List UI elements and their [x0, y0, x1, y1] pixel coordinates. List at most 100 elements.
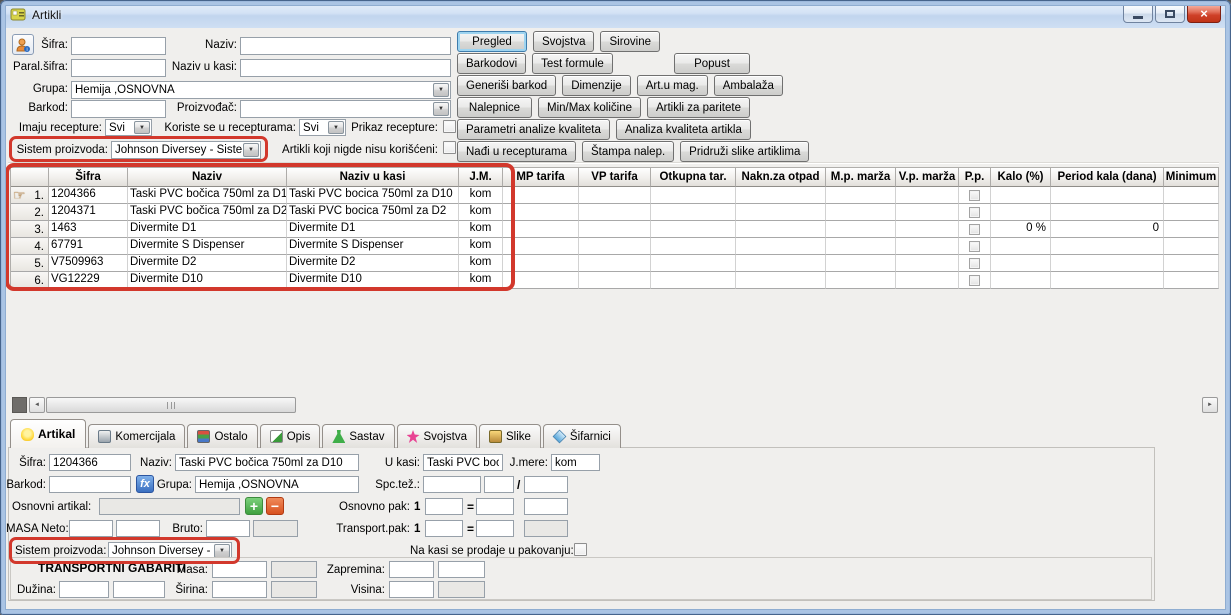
- cell-vp-tarifa[interactable]: [579, 204, 651, 221]
- masa-neto-input-2[interactable]: [116, 520, 160, 537]
- column-header[interactable]: Naziv u kasi: [287, 168, 459, 187]
- cell-otkupna-tar[interactable]: [651, 187, 736, 204]
- cell-kalo[interactable]: [991, 255, 1051, 272]
- cell-mp-tarifa[interactable]: [503, 221, 579, 238]
- cell-nakn-za-otpad[interactable]: [736, 255, 826, 272]
- row-selector-cell[interactable]: 4.: [11, 238, 49, 255]
- svojstva-button[interactable]: Svojstva: [533, 31, 594, 52]
- transport-pak-input-3[interactable]: [524, 520, 568, 537]
- imaju-recepture-combobox[interactable]: Svi ▼: [105, 119, 152, 136]
- table-row[interactable]: 3. 1463 Divermite D1 Divermite D1 kom 0 …: [11, 221, 1219, 238]
- detail-barkod-input[interactable]: [49, 476, 131, 493]
- ambalaza-button[interactable]: Ambalaža: [714, 75, 783, 96]
- cell-naziv-u-kasi[interactable]: Taski PVC bocica 750ml za D2: [287, 204, 459, 221]
- row-selector-cell[interactable]: 6.: [11, 272, 49, 289]
- cell-vp-marza[interactable]: [896, 187, 959, 204]
- close-button[interactable]: ×: [1187, 4, 1221, 23]
- cell-mp-marza[interactable]: [826, 204, 896, 221]
- cell-period-kala[interactable]: [1051, 187, 1164, 204]
- cell-minimum[interactable]: [1164, 204, 1219, 221]
- cell-vp-marza[interactable]: [896, 221, 959, 238]
- cell-mp-marza[interactable]: [826, 221, 896, 238]
- nadji-u-recepturama-button[interactable]: Nađi u recepturama: [457, 141, 576, 162]
- cell-mp-tarifa[interactable]: [503, 204, 579, 221]
- minimize-button[interactable]: [1123, 4, 1153, 23]
- cell-mp-tarifa[interactable]: [503, 272, 579, 289]
- sirovine-button[interactable]: Sirovine: [600, 31, 660, 52]
- cell-sifra[interactable]: V7509963: [49, 255, 128, 272]
- detail-grupa-input[interactable]: [195, 476, 359, 493]
- cell-minimum[interactable]: [1164, 272, 1219, 289]
- scrollbar-thumb[interactable]: [46, 397, 296, 413]
- cell-vp-tarifa[interactable]: [579, 221, 651, 238]
- pp-checkbox[interactable]: [969, 258, 980, 269]
- grupa-combobox[interactable]: Hemija ,OSNOVNA ▼: [71, 81, 451, 99]
- pp-checkbox[interactable]: [969, 207, 980, 218]
- cell-kalo[interactable]: [991, 272, 1051, 289]
- cell-minimum[interactable]: [1164, 238, 1219, 255]
- cell-naziv-u-kasi[interactable]: Divermite D10: [287, 272, 459, 289]
- cell-naziv[interactable]: Divermite S Dispenser: [128, 238, 287, 255]
- row-selector-cell[interactable]: 5.: [11, 255, 49, 272]
- column-header[interactable]: Minimum: [1164, 168, 1219, 187]
- masa-neto-input-1[interactable]: [69, 520, 113, 537]
- cell-nakn-za-otpad[interactable]: [736, 204, 826, 221]
- paral-sifra-input[interactable]: [71, 59, 166, 77]
- cell-minimum[interactable]: [1164, 255, 1219, 272]
- cell-nakn-za-otpad[interactable]: [736, 272, 826, 289]
- osnovno-pak-input-1[interactable]: [425, 498, 463, 515]
- prikaz-recepture-checkbox[interactable]: [443, 120, 456, 133]
- column-header[interactable]: J.M.: [459, 168, 503, 187]
- cell-jm[interactable]: kom: [459, 187, 503, 204]
- cell-vp-marza[interactable]: [896, 255, 959, 272]
- cell-period-kala[interactable]: [1051, 272, 1164, 289]
- sistem-proizvoda-combobox[interactable]: Johnson Diversey - Sistem za d ▼: [111, 141, 261, 159]
- tab[interactable]: Šifarnici: [543, 424, 621, 448]
- table-row[interactable]: 5. V7509963 Divermite D2 Divermite D2 ko…: [11, 255, 1219, 272]
- tab[interactable]: Opis: [260, 424, 321, 448]
- detail-naziv-input[interactable]: [175, 454, 359, 471]
- chevron-down-icon[interactable]: ▼: [243, 143, 259, 157]
- column-header[interactable]: Otkupna tar.: [651, 168, 736, 187]
- naziv-filter-input[interactable]: [240, 37, 451, 55]
- cell-mp-marza[interactable]: [826, 272, 896, 289]
- cell-otkupna-tar[interactable]: [651, 272, 736, 289]
- cell-naziv-u-kasi[interactable]: Divermite D1: [287, 221, 459, 238]
- column-header[interactable]: Period kala (dana): [1051, 168, 1164, 187]
- cell-vp-marza[interactable]: [896, 204, 959, 221]
- chevron-down-icon[interactable]: ▼: [214, 544, 230, 558]
- analiza-kvaliteta-button[interactable]: Analiza kvaliteta artikla: [616, 119, 751, 140]
- detail-jmere-input[interactable]: [551, 454, 600, 471]
- cell-naziv[interactable]: Divermite D2: [128, 255, 287, 272]
- table-row[interactable]: ☞1. 1204366 Taski PVC bočica 750ml za D1…: [11, 187, 1219, 204]
- cell-naziv-u-kasi[interactable]: Divermite D2: [287, 255, 459, 272]
- cell-kalo[interactable]: 0 %: [991, 221, 1051, 238]
- cell-period-kala[interactable]: 0: [1051, 221, 1164, 238]
- cell-jm[interactable]: kom: [459, 272, 503, 289]
- cell-kalo[interactable]: [991, 187, 1051, 204]
- tab[interactable]: Ostalo: [187, 424, 257, 448]
- column-header[interactable]: Naziv: [128, 168, 287, 187]
- tab[interactable]: Slike: [479, 424, 541, 448]
- column-header[interactable]: [11, 168, 49, 187]
- zapremina-input[interactable]: [389, 561, 434, 578]
- stampa-nalep-button[interactable]: Štampa nalep.: [582, 141, 674, 162]
- generisi-barkod-button[interactable]: Generiši barkod: [457, 75, 556, 96]
- pp-checkbox[interactable]: [969, 224, 980, 235]
- chevron-down-icon[interactable]: ▼: [433, 83, 449, 97]
- cell-vp-tarifa[interactable]: [579, 272, 651, 289]
- koriste-combobox[interactable]: Svi ▼: [299, 119, 346, 136]
- osnovno-pak-input-3[interactable]: [524, 498, 568, 515]
- title-bar[interactable]: Artikli: [1, 1, 1230, 28]
- naziv-u-kasi-input[interactable]: [240, 59, 451, 77]
- chevron-down-icon[interactable]: ▼: [134, 121, 150, 134]
- cell-pp[interactable]: [959, 204, 991, 221]
- art-u-mag-button[interactable]: Art.u mag.: [637, 75, 708, 96]
- cell-otkupna-tar[interactable]: [651, 204, 736, 221]
- visina-input[interactable]: [389, 581, 434, 598]
- cell-kalo[interactable]: [991, 204, 1051, 221]
- cell-naziv[interactable]: Divermite D1: [128, 221, 287, 238]
- cell-mp-marza[interactable]: [826, 238, 896, 255]
- cell-minimum[interactable]: [1164, 187, 1219, 204]
- minmax-kolicine-button[interactable]: Min/Max količine: [538, 97, 641, 118]
